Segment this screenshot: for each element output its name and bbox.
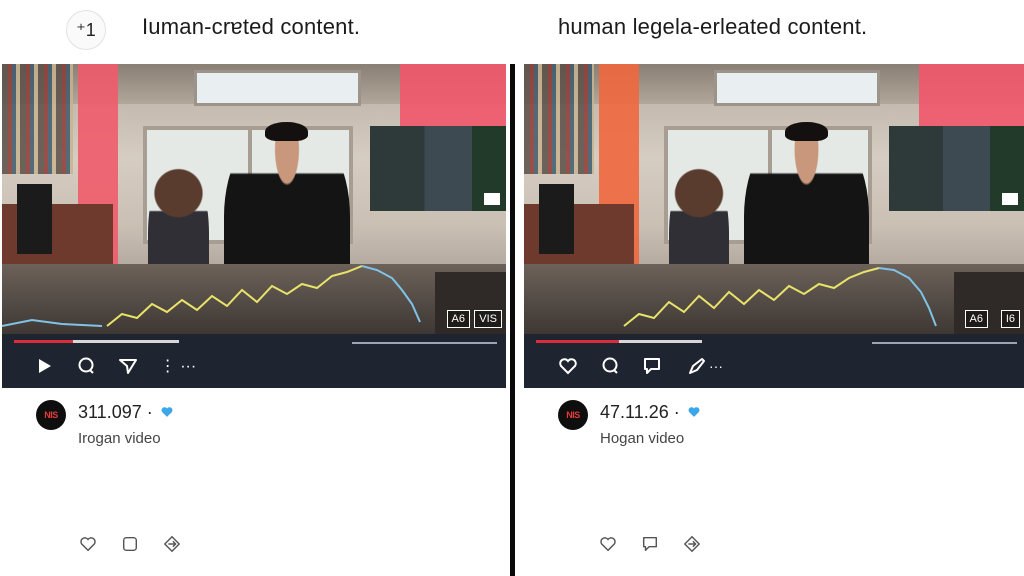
comment-icon[interactable]: [74, 354, 98, 378]
chat-icon[interactable]: [640, 354, 664, 378]
secondary-track: [352, 342, 497, 344]
more-icon[interactable]: ···: [709, 358, 723, 374]
comment-icon[interactable]: [598, 354, 622, 378]
left-panel: ⁺1 Iuman-crɐted content. A6 VIS ⋮ ··· NI…: [0, 0, 510, 576]
share-icon[interactable]: [162, 534, 182, 554]
heart-icon[interactable]: [78, 534, 98, 554]
progress-fill: [536, 340, 619, 343]
avatar[interactable]: NIS: [558, 400, 588, 430]
left-video-player[interactable]: A6 VIS ⋮ ···: [2, 64, 506, 388]
heart-icon[interactable]: [556, 354, 580, 378]
share-icon[interactable]: [682, 534, 702, 554]
video-tag: I6: [1000, 310, 1020, 328]
comment-icon[interactable]: [120, 534, 140, 554]
player-controls: ···: [524, 334, 1024, 388]
video-tag: A6: [964, 310, 988, 328]
send-icon[interactable]: [116, 354, 140, 378]
counter-badge[interactable]: ⁺1: [66, 10, 106, 50]
player-controls: ⋮ ···: [2, 334, 506, 388]
view-count: 311.097 ·: [78, 402, 174, 423]
secondary-track: [872, 342, 1017, 344]
wall-tv: [369, 126, 506, 211]
heart-icon[interactable]: [598, 534, 618, 554]
verified-heart-icon: [688, 407, 700, 417]
video-tag: VIS: [474, 310, 502, 328]
panel-divider: [510, 64, 515, 576]
edit-icon[interactable]: ···: [682, 354, 728, 378]
channel-name[interactable]: Irogan video: [78, 430, 161, 447]
wall-tv: [889, 126, 1024, 211]
right-panel: human legela-erleated content. A6 I6 ···…: [516, 0, 1024, 576]
video-tag: A6: [446, 310, 470, 328]
right-title: human legela-erleated content.: [558, 14, 868, 39]
view-count-text: 311.097 ·: [78, 402, 153, 422]
more-icon[interactable]: ⋮ ···: [158, 354, 198, 378]
avatar[interactable]: NIS: [36, 400, 66, 430]
action-bar: [598, 534, 702, 554]
verified-heart-icon: [161, 407, 173, 417]
view-count: 47.11.26 ·: [600, 402, 701, 423]
comment-icon[interactable]: [640, 534, 660, 554]
channel-name[interactable]: Hogan video: [600, 430, 684, 447]
right-video-player[interactable]: A6 I6 ···: [524, 64, 1024, 388]
progress-bar[interactable]: [536, 340, 702, 343]
view-count-text: 47.11.26 ·: [600, 402, 680, 422]
play-icon[interactable]: [32, 354, 56, 378]
video-frame: A6 I6: [524, 64, 1024, 334]
left-title: Iuman-crɐted content.: [142, 14, 361, 39]
video-frame: A6 VIS: [2, 64, 506, 334]
progress-fill: [14, 340, 74, 343]
action-bar: [78, 534, 182, 554]
progress-bar[interactable]: [14, 340, 179, 343]
